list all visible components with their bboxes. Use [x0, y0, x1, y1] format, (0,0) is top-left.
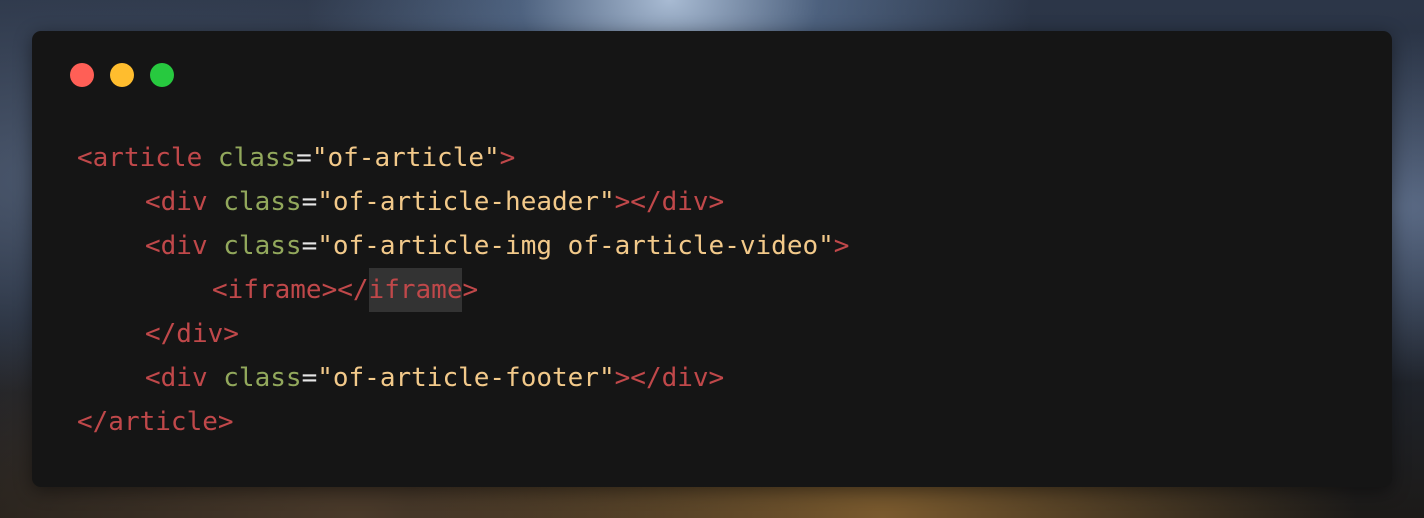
- tag-close: >: [499, 143, 516, 173]
- tag-close: ></div>: [614, 363, 725, 393]
- attribute-name: class: [223, 363, 302, 393]
- close-window-dot-icon[interactable]: [70, 63, 94, 87]
- highlighted-selection[interactable]: iframe: [368, 268, 463, 312]
- attribute-name: class: [217, 143, 297, 173]
- window-controls: [70, 63, 174, 87]
- tag-open: <div: [145, 363, 208, 393]
- attribute-name: class: [223, 187, 302, 217]
- tag-open: <iframe></: [212, 275, 369, 305]
- tag-close: >: [462, 275, 479, 305]
- tag-open: <div: [145, 231, 208, 261]
- minimize-window-dot-icon[interactable]: [110, 63, 134, 87]
- equals-sign: =: [301, 363, 318, 393]
- attribute-value: "of-article-img of-article-video": [317, 231, 834, 261]
- tag-open: <div: [145, 187, 208, 217]
- code-line-6: <div class="of-article-footer"></div>: [77, 356, 849, 400]
- code-block: <article class="of-article"> <div class="…: [77, 136, 849, 444]
- attribute-value: "of-article-header": [317, 187, 615, 217]
- code-line-4: <iframe></iframe>: [77, 268, 849, 312]
- code-window: <article class="of-article"> <div class="…: [32, 31, 1392, 487]
- code-line-1: <article class="of-article">: [77, 136, 849, 180]
- tag-open: <article: [77, 143, 203, 173]
- code-line-7: </article>: [77, 400, 849, 444]
- equals-sign: =: [301, 187, 318, 217]
- attribute-name: class: [223, 231, 302, 261]
- tag-close: ></div>: [614, 187, 725, 217]
- tag-close: >: [833, 231, 850, 261]
- equals-sign: =: [301, 231, 318, 261]
- tag-closing: </article>: [77, 407, 234, 437]
- code-line-2: <div class="of-article-header"></div>: [77, 180, 849, 224]
- code-line-5: </div>: [77, 312, 849, 356]
- attribute-value: "of-article": [311, 143, 500, 173]
- maximize-window-dot-icon[interactable]: [150, 63, 174, 87]
- tag-closing: </div>: [145, 319, 239, 349]
- attribute-value: "of-article-footer": [317, 363, 615, 393]
- equals-sign: =: [296, 143, 312, 173]
- code-line-3: <div class="of-article-img of-article-vi…: [77, 224, 849, 268]
